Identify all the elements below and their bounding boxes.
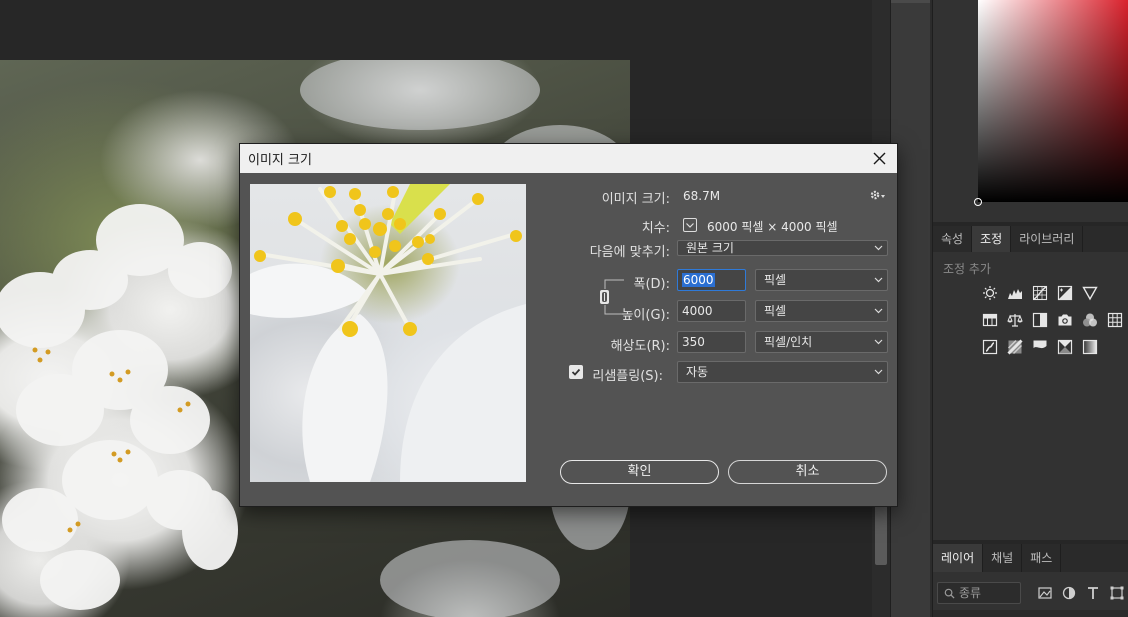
fit-to-value: 원본 크기 [686,241,734,255]
ok-button[interactable]: 확인 [560,460,719,484]
image-size-dialog: 이미지 크기 이미지 크기: 68.7M 치수: 6000 픽셀 × 4000 … [239,143,898,507]
canvas-scrollbar[interactable] [875,505,887,565]
chevron-down-icon [873,362,883,382]
black-white-icon[interactable] [1031,311,1048,328]
constrain-proportions-link[interactable] [591,277,624,315]
height-unit: 픽셀 [764,304,787,318]
dimensions-dropdown[interactable] [683,218,697,232]
dimensions-value: 6000 픽셀 × 4000 픽셀 [707,220,838,234]
layer-filter-label: 종류 [959,586,982,600]
color-picker-cursor[interactable] [974,198,982,206]
resample-select[interactable]: 자동 [677,361,888,383]
color-balance-icon[interactable] [1006,311,1023,328]
resolution-input[interactable]: 350 [677,331,746,353]
close-icon [873,152,885,165]
chevron-down-icon [873,332,883,352]
hue-saturation-icon[interactable] [981,311,998,328]
vibrance-icon[interactable] [1081,284,1098,301]
search-icon [944,588,955,599]
image-preview[interactable] [250,184,526,482]
tab-channels[interactable]: 채널 [983,544,1023,572]
height-unit-select[interactable]: 픽셀 [755,300,888,322]
height-input[interactable]: 4000 [677,300,746,322]
tab-libraries[interactable]: 라이브러리 [1011,226,1084,252]
chevron-down-icon [686,223,694,228]
color-lookup-icon[interactable] [1106,311,1123,328]
exposure-icon[interactable] [1056,284,1073,301]
resample-checkbox[interactable] [569,365,583,379]
layers-tabs: 레이어 채널 패스 [933,544,1128,572]
channel-mixer-icon[interactable] [1081,311,1098,328]
height-label: 높이(G): [621,308,670,323]
width-unit: 픽셀 [764,273,787,287]
height-value: 4000 [682,304,713,318]
dimensions-label: 치수: [641,221,670,236]
right-panels: 속성 조정 라이브러리 조정 추가 레이어 채널 패스 종류 [932,0,1128,617]
layer-filter-select[interactable]: 종류 [937,582,1021,604]
width-label: 폭(D): [633,277,671,292]
tab-paths[interactable]: 패스 [1022,544,1062,572]
threshold-icon[interactable] [1031,338,1048,355]
resolution-value: 350 [682,335,705,349]
type-filter-icon[interactable] [1085,585,1101,601]
brightness-contrast-icon[interactable] [981,284,998,301]
width-value: 6000 [682,273,715,287]
tab-properties[interactable]: 속성 [933,226,973,252]
width-unit-select[interactable]: 픽셀 [755,269,888,291]
layers-panel-body [933,610,1128,617]
tab-adjustments[interactable]: 조정 [972,226,1012,252]
tab-layers[interactable]: 레이어 [933,544,984,572]
dialog-title: 이미지 크기 [248,153,312,168]
adjustments-row-2 [981,311,1123,328]
preview-flower-image [250,184,526,482]
adjustment-filter-icon[interactable] [1061,585,1077,601]
image-size-value: 68.7M [683,189,721,203]
color-picker-field[interactable] [974,0,1128,206]
close-button[interactable] [869,149,889,169]
chevron-down-icon [873,270,883,290]
invert-icon[interactable] [981,338,998,355]
resolution-unit: 픽셀/인치 [764,335,813,349]
gradient-map-icon[interactable] [1081,338,1098,355]
resolution-label: 해상도(R): [610,339,670,354]
settings-gear-button[interactable] [868,188,886,204]
adjustments-row-3 [981,338,1098,355]
chevron-down-icon [873,241,883,255]
adjustments-row-1 [981,284,1098,301]
fit-to-select[interactable]: 원본 크기 [677,240,888,256]
properties-tabs: 속성 조정 라이브러리 [933,226,1128,252]
resolution-unit-select[interactable]: 픽셀/인치 [755,331,888,353]
photo-filter-icon[interactable] [1056,311,1073,328]
selective-color-icon[interactable] [1056,338,1073,355]
fit-to-label: 다음에 맞추기: [589,245,670,260]
chevron-down-icon [873,301,883,321]
cancel-button[interactable]: 취소 [728,460,887,484]
resample-label: 리샘플링(S): [592,369,663,384]
dialog-titlebar[interactable]: 이미지 크기 [240,144,897,173]
adjustments-title: 조정 추가 [943,262,991,276]
image-size-label: 이미지 크기: [601,192,670,207]
levels-icon[interactable] [1006,284,1023,301]
shape-filter-icon[interactable] [1109,585,1125,601]
resample-value: 자동 [686,365,709,379]
checkmark-icon [571,368,581,376]
image-filter-icon[interactable] [1037,585,1053,601]
posterize-icon[interactable] [1006,338,1023,355]
curves-icon[interactable] [1031,284,1048,301]
layer-filter-icons [1037,585,1125,601]
gear-icon [870,190,885,200]
width-input[interactable]: 6000 [677,269,746,291]
